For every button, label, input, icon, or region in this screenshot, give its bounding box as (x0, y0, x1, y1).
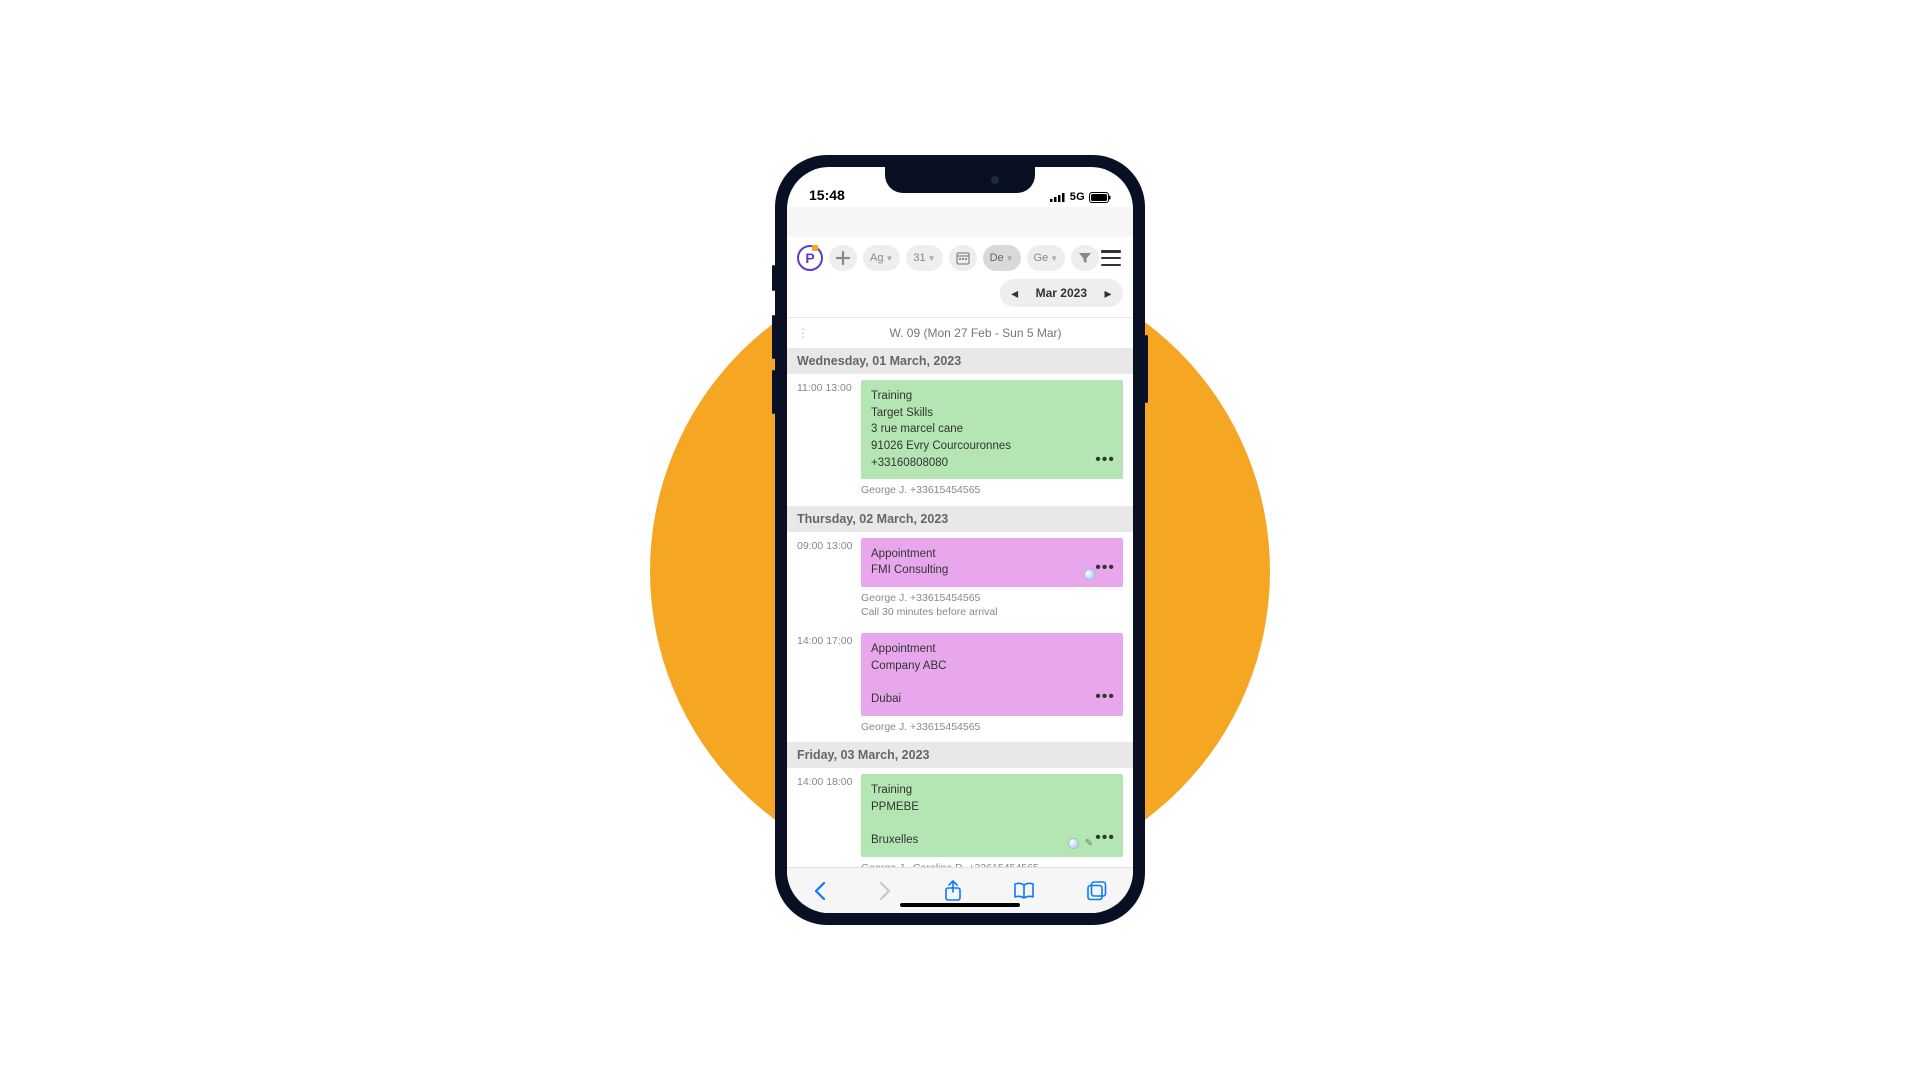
event-detail (871, 815, 1113, 832)
event-card[interactable]: TrainingPPMEBE Bruxelles✎••• (861, 774, 1123, 857)
app-toolbar: P Ag▼ 31▼ De▼ Ge▼ (787, 237, 1133, 275)
event-row: 14:00 18:00TrainingPPMEBE Bruxelles✎••• (787, 768, 1133, 857)
calendar-button[interactable] (949, 245, 977, 271)
month-label[interactable]: Mar 2023 (1028, 286, 1095, 300)
chevron-down-icon: ▼ (885, 254, 893, 263)
view-agenda-dropdown[interactable]: Ag▼ (863, 245, 900, 271)
event-detail: PPMEBE (871, 799, 1113, 816)
funnel-icon (1078, 251, 1092, 265)
event-detail (871, 675, 1113, 692)
browser-bookmarks-button[interactable] (1013, 881, 1037, 901)
event-row: 09:00 13:00AppointmentFMI Consulting••• (787, 532, 1133, 587)
status-time: 15:48 (809, 187, 845, 203)
filter-button[interactable] (1071, 245, 1099, 271)
header-spacer (787, 207, 1133, 237)
event-title: Training (871, 782, 1113, 799)
event-time: 11:00 13:00 (797, 380, 861, 394)
event-meta: George J. +33615454565 (787, 716, 1133, 742)
event-detail: Dubai (871, 691, 1113, 708)
event-detail: Company ABC (871, 658, 1113, 675)
prev-month-button[interactable]: ◂ (1002, 280, 1028, 306)
event-icons (1084, 569, 1095, 580)
browser-forward-button[interactable] (877, 880, 893, 902)
phone-frame: 15:48 5G P Ag▼ 31▼ (775, 155, 1145, 925)
day-header: Wednesday, 01 March, 2023 (787, 348, 1133, 374)
note-bubble-icon (1084, 569, 1095, 580)
event-detail: +33160808080 (871, 455, 1113, 472)
event-row: 11:00 13:00TrainingTarget Skills3 rue ma… (787, 374, 1133, 479)
more-options-icon[interactable]: ⋮ (797, 326, 808, 340)
event-time: 14:00 17:00 (797, 633, 861, 647)
book-icon (1013, 881, 1037, 901)
event-more-button[interactable]: ••• (1095, 556, 1115, 579)
event-card[interactable]: TrainingTarget Skills3 rue marcel cane91… (861, 380, 1123, 479)
month-navigator: ◂ Mar 2023 ▸ (1000, 279, 1123, 307)
chevron-down-icon: ▼ (1006, 254, 1014, 263)
week-label: W. 09 (Mon 27 Feb - Sun 5 Mar) (828, 326, 1123, 340)
day-header: Thursday, 02 March, 2023 (787, 506, 1133, 532)
event-meta: George J., Caroline D. +33615454565 (787, 857, 1133, 867)
event-row: 14:00 17:00AppointmentCompany ABC Dubai•… (787, 627, 1133, 716)
resource-filter-dropdown[interactable]: De▼ (983, 245, 1021, 271)
menu-button[interactable] (1099, 247, 1123, 269)
share-icon (943, 879, 963, 903)
edit-pencil-icon: ✎ (1083, 838, 1095, 850)
app-viewport: P Ag▼ 31▼ De▼ Ge▼ (787, 207, 1133, 867)
event-title: Training (871, 388, 1113, 405)
day-header: Friday, 03 March, 2023 (787, 742, 1133, 768)
add-button[interactable] (829, 245, 857, 271)
user-filter-dropdown[interactable]: Ge▼ (1027, 245, 1066, 271)
event-card[interactable]: AppointmentCompany ABC Dubai••• (861, 633, 1123, 716)
app-logo[interactable]: P (797, 245, 823, 271)
event-meta: George J. +33615454565Call 30 minutes be… (787, 587, 1133, 627)
event-detail: 3 rue marcel cane (871, 421, 1113, 438)
phone-screen: 15:48 5G P Ag▼ 31▼ (787, 167, 1133, 913)
browser-back-button[interactable] (812, 880, 828, 902)
tabs-icon (1086, 880, 1108, 902)
event-more-button[interactable]: ••• (1095, 826, 1115, 849)
event-title: Appointment (871, 641, 1113, 658)
event-meta: George J. +33615454565 (787, 479, 1133, 505)
event-detail: Target Skills (871, 405, 1113, 422)
event-title: Appointment (871, 546, 1113, 563)
chevron-down-icon: ▼ (928, 254, 936, 263)
browser-tabs-button[interactable] (1086, 880, 1108, 902)
battery-icon (1089, 192, 1111, 203)
calendar-icon (956, 251, 970, 265)
event-time: 09:00 13:00 (797, 538, 861, 552)
date-selector-dropdown[interactable]: 31▼ (906, 245, 942, 271)
plus-icon (836, 251, 850, 265)
signal-icon (1050, 192, 1066, 202)
next-month-button[interactable]: ▸ (1095, 280, 1121, 306)
event-card[interactable]: AppointmentFMI Consulting••• (861, 538, 1123, 587)
event-time: 14:00 18:00 (797, 774, 861, 788)
status-network: 5G (1070, 191, 1085, 203)
event-more-button[interactable]: ••• (1095, 685, 1115, 708)
event-icons: ✎ (1068, 838, 1095, 850)
event-detail: FMI Consulting (871, 562, 1113, 579)
browser-share-button[interactable] (943, 879, 963, 903)
week-header: ⋮ W. 09 (Mon 27 Feb - Sun 5 Mar) (787, 317, 1133, 348)
status-indicators: 5G (1050, 191, 1111, 203)
phone-notch (885, 167, 1035, 193)
note-bubble-icon (1068, 838, 1079, 849)
event-detail: 91026 Evry Courcouronnes (871, 438, 1113, 455)
home-indicator[interactable] (900, 903, 1020, 907)
chevron-down-icon: ▼ (1050, 254, 1058, 263)
event-more-button[interactable]: ••• (1095, 448, 1115, 471)
